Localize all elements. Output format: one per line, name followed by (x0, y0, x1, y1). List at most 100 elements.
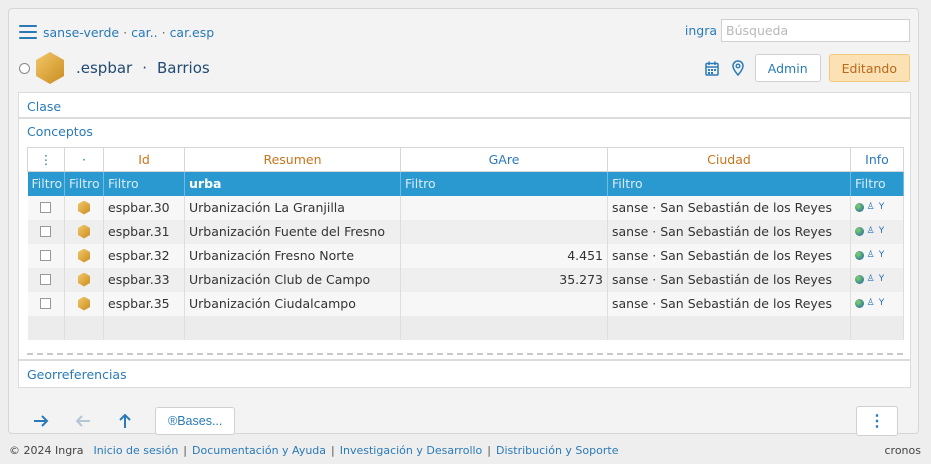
footer-link-login[interactable]: Inicio de sesión (93, 444, 178, 457)
footer: © 2024 Ingra Inicio de sesión | Document… (9, 444, 921, 457)
row-select-cell[interactable] (27, 195, 65, 220)
footer-link-research[interactable]: Investigación y Desarrollo (340, 444, 483, 457)
arrow-right-icon[interactable] (27, 407, 55, 435)
user-icon[interactable]: ♙ (866, 203, 875, 212)
search-input[interactable] (721, 19, 910, 42)
column-id-header[interactable]: Id (103, 147, 185, 172)
footer-copyright: © 2024 Ingra (9, 444, 84, 457)
page-title: .espbar · Barrios (76, 59, 210, 77)
row-ciudad[interactable]: sanse · San Sebastián de los Reyes (607, 195, 851, 220)
row-checkbox[interactable] (40, 202, 52, 213)
row-select-cell[interactable] (27, 219, 65, 244)
globe-icon[interactable] (855, 299, 864, 308)
user-icon[interactable]: ♙ (866, 299, 875, 308)
globe-icon[interactable] (855, 251, 864, 260)
user-link[interactable]: ingra (685, 23, 717, 38)
filter-icon[interactable]: Y (877, 203, 886, 212)
footer-link-support[interactable]: Distribución y Soporte (496, 444, 618, 457)
breadcrumb-item-1[interactable]: car.. (131, 25, 157, 40)
editing-button[interactable]: Editando (828, 54, 910, 82)
row-id[interactable]: espbar.30 (103, 195, 185, 220)
user-icon[interactable]: ♙ (866, 227, 875, 236)
row-ciudad[interactable]: sanse · San Sebastián de los Reyes (607, 219, 851, 244)
filter-icon[interactable]: Y (877, 251, 886, 260)
row-info: ♙ Y (850, 267, 904, 292)
row-ciudad[interactable]: sanse · San Sebastián de los Reyes (607, 291, 851, 316)
globe-icon[interactable] (855, 227, 864, 236)
row-icon-cell (64, 243, 104, 268)
row-checkbox[interactable] (40, 226, 52, 237)
row-ciudad[interactable]: sanse · San Sebastián de los Reyes (607, 267, 851, 292)
filter-cell-info[interactable]: Filtro (850, 171, 904, 196)
section-georreferencias-label[interactable]: Georreferencias (27, 367, 127, 382)
row-gare: 4.451 (400, 243, 608, 268)
hexagon-icon (78, 200, 90, 215)
table-row[interactable]: espbar.30 Urbanización La Granjilla sanse … (27, 195, 904, 220)
table-row[interactable]: espbar.32 Urbanización Fresno Norte 4.451 s… (27, 243, 904, 268)
more-options-button[interactable]: ⋮ (856, 406, 898, 436)
arrow-left-icon[interactable] (69, 407, 97, 435)
row-resumen[interactable]: Urbanización Ciudalcampo (184, 291, 401, 316)
map-pin-icon[interactable] (729, 59, 747, 77)
user-icon[interactable]: ♙ (866, 251, 875, 260)
admin-button[interactable]: Admin (754, 54, 821, 82)
filter-cell-icon[interactable]: Filtro (64, 171, 104, 196)
breadcrumb-item-0[interactable]: sanse-verde (43, 25, 119, 40)
column-ciudad-header[interactable]: Ciudad (607, 147, 851, 172)
row-select-cell[interactable] (27, 291, 65, 316)
row-select-cell[interactable] (27, 267, 65, 292)
bases-button[interactable]: ®Bases... (155, 407, 236, 435)
empty-row (27, 315, 904, 340)
filter-cell-gare[interactable]: Filtro (400, 171, 608, 196)
filter-cell-select[interactable]: Filtro (27, 171, 65, 196)
row-checkbox[interactable] (40, 250, 52, 261)
section-georreferencias: Georreferencias (18, 360, 911, 388)
row-id[interactable]: espbar.31 (103, 219, 185, 244)
footer-link-docs[interactable]: Documentación y Ayuda (192, 444, 326, 457)
row-resumen[interactable]: Urbanización La Granjilla (184, 195, 401, 220)
row-info: ♙ Y (850, 195, 904, 220)
row-checkbox[interactable] (40, 274, 52, 285)
table-row[interactable]: espbar.31 Urbanización Fuente del Fresno s… (27, 219, 904, 244)
row-checkbox[interactable] (40, 298, 52, 309)
select-radio[interactable] (19, 62, 30, 74)
filter-cell-resumen[interactable]: urba (184, 171, 401, 196)
filter-icon[interactable]: Y (877, 299, 886, 308)
row-id[interactable]: espbar.35 (103, 291, 185, 316)
section-clase-label[interactable]: Clase (27, 99, 61, 114)
column-gare-header[interactable]: GAre (400, 147, 608, 172)
row-icon-cell (64, 291, 104, 316)
section-conceptos-label[interactable]: Conceptos (27, 124, 93, 139)
globe-icon[interactable] (855, 203, 864, 212)
globe-icon[interactable] (855, 275, 864, 284)
arrow-up-icon[interactable] (111, 407, 139, 435)
row-ciudad[interactable]: sanse · San Sebastián de los Reyes (607, 243, 851, 268)
row-select-cell[interactable] (27, 243, 65, 268)
row-resumen[interactable]: Urbanización Fresno Norte (184, 243, 401, 268)
row-icon-cell (64, 219, 104, 244)
calendar-icon[interactable] (703, 59, 721, 77)
breadcrumb-item-2[interactable]: car.esp (170, 25, 215, 40)
table-row[interactable]: espbar.35 Urbanización Ciudalcampo sanse ·… (27, 291, 904, 316)
filter-icon[interactable]: Y (877, 227, 886, 236)
column-resumen-header[interactable]: Resumen (184, 147, 401, 172)
main-panel: sanse-verde · car.. · car.esp ingra .esp… (8, 8, 919, 436)
row-resumen[interactable]: Urbanización Fuente del Fresno (184, 219, 401, 244)
filter-cell-id[interactable]: Filtro (103, 171, 185, 196)
breadcrumb-separator: · (161, 24, 166, 40)
table-row[interactable]: espbar.33 Urbanización Club de Campo 35.27… (27, 267, 904, 292)
column-info-header: Info (850, 147, 904, 172)
row-id[interactable]: espbar.32 (103, 243, 185, 268)
column-options-header[interactable]: ⋮ (27, 147, 65, 172)
filter-icon[interactable]: Y (877, 275, 886, 284)
footer-server-name: cronos (884, 444, 922, 457)
hamburger-menu-icon[interactable] (19, 25, 37, 39)
row-id[interactable]: espbar.33 (103, 267, 185, 292)
user-icon[interactable]: ♙ (866, 275, 875, 284)
footer-separator: | (331, 444, 335, 457)
header-actions: Admin Editando (703, 54, 910, 82)
row-info: ♙ Y (850, 291, 904, 316)
row-resumen[interactable]: Urbanización Club de Campo (184, 267, 401, 292)
hexagon-class-icon (36, 52, 64, 84)
filter-cell-ciudad[interactable]: Filtro (607, 171, 851, 196)
